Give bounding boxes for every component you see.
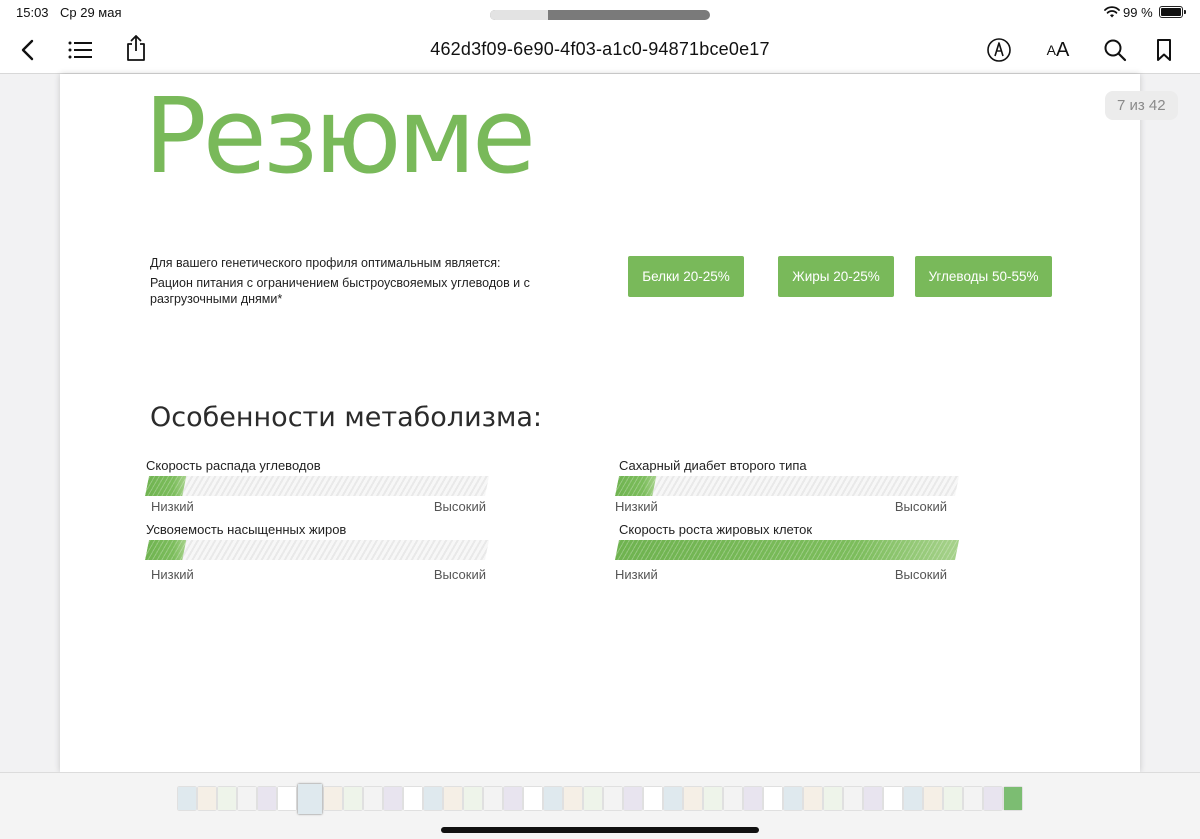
metric-high-label: Высокий bbox=[894, 499, 947, 514]
page-thumbnail[interactable] bbox=[964, 787, 982, 810]
page-counter: 7 из 42 bbox=[1105, 91, 1178, 120]
page-thumbnail[interactable] bbox=[298, 784, 322, 814]
text-size-small-label: A bbox=[1046, 42, 1056, 58]
profile-lead-text: Для вашего генетического профиля оптимал… bbox=[150, 256, 501, 270]
page-thumbnail[interactable] bbox=[424, 787, 442, 810]
page-thumbnail[interactable] bbox=[864, 787, 882, 810]
page-thumbnail[interactable] bbox=[238, 787, 256, 810]
metric-low-label: Низкий bbox=[151, 499, 194, 514]
back-button[interactable] bbox=[13, 36, 43, 64]
metric-scale-bar bbox=[615, 540, 959, 560]
battery-percentage: 99 % bbox=[1123, 5, 1153, 20]
page-thumbnail[interactable] bbox=[624, 787, 642, 810]
status-date: Ср 29 мая bbox=[60, 5, 122, 20]
metric-low-label: Низкий bbox=[151, 567, 194, 582]
list-icon bbox=[68, 41, 92, 59]
page-thumbnail[interactable] bbox=[604, 787, 622, 810]
metric-label: Скорость роста жировых клеток bbox=[619, 522, 813, 537]
page-thumbnail-strip[interactable] bbox=[0, 772, 1200, 839]
page-thumbnail[interactable] bbox=[984, 787, 1002, 810]
multitasking-handle[interactable] bbox=[490, 10, 710, 20]
metric-level-fill bbox=[145, 540, 186, 560]
page-thumbnail[interactable] bbox=[704, 787, 722, 810]
metabolism-heading: Особенности метаболизма: bbox=[150, 402, 543, 433]
metric-scale-bar bbox=[615, 476, 959, 496]
reader-toolbar: 462d3f09-6e90-4f03-a1c0-94871bce0e17 AA bbox=[0, 26, 1200, 74]
bookmark-button[interactable] bbox=[1149, 36, 1179, 64]
page-thumbnail[interactable] bbox=[924, 787, 942, 810]
page-thumbnail[interactable] bbox=[664, 787, 682, 810]
metric-level-fill bbox=[145, 476, 186, 496]
metric-low-label: Низкий bbox=[615, 567, 658, 582]
page-thumbnail[interactable] bbox=[258, 787, 276, 810]
page-thumbnail[interactable] bbox=[904, 787, 922, 810]
carbs-badge: Углеводы 50-55% bbox=[915, 256, 1052, 297]
text-size-large-label: A bbox=[1056, 38, 1070, 61]
status-bar: 15:03 Ср 29 мая 99 % bbox=[0, 0, 1200, 26]
page-thumbnail[interactable] bbox=[198, 787, 216, 810]
status-time: 15:03 bbox=[16, 5, 49, 20]
profile-diet-text: Рацион питания с ограничением быстроусво… bbox=[150, 276, 530, 306]
page-thumbnail[interactable] bbox=[1004, 787, 1022, 810]
page-thumbnail[interactable] bbox=[524, 787, 542, 810]
metric-high-label: Высокий bbox=[433, 499, 486, 514]
page-thumbnail[interactable] bbox=[384, 787, 402, 810]
page-thumbnail[interactable] bbox=[844, 787, 862, 810]
page-thumbnail[interactable] bbox=[404, 787, 422, 810]
metric-high-label: Высокий bbox=[894, 567, 947, 582]
page-heading: Резюме bbox=[144, 75, 536, 197]
page-thumbnail[interactable] bbox=[824, 787, 842, 810]
pen-circle-icon bbox=[987, 38, 1011, 62]
fat-badge: Жиры 20-25% bbox=[778, 256, 894, 297]
page-thumbnail[interactable] bbox=[784, 787, 802, 810]
page-thumbnail[interactable] bbox=[564, 787, 582, 810]
battery-icon bbox=[1159, 6, 1186, 18]
bookmark-icon bbox=[1157, 39, 1171, 61]
metric-label: Сахарный диабет второго типа bbox=[619, 458, 807, 473]
chevron-left-icon bbox=[21, 39, 34, 61]
page-thumbnail[interactable] bbox=[744, 787, 762, 810]
page-thumbnail[interactable] bbox=[944, 787, 962, 810]
page-thumbnail[interactable] bbox=[178, 787, 196, 810]
protein-badge: Белки 20-25% bbox=[628, 256, 744, 297]
page-thumbnail[interactable] bbox=[444, 787, 462, 810]
search-button[interactable] bbox=[1100, 36, 1130, 64]
page-thumbnail[interactable] bbox=[764, 787, 782, 810]
metric-level-fill bbox=[615, 540, 959, 560]
page-thumbnail[interactable] bbox=[324, 787, 342, 810]
metric-low-label: Низкий bbox=[615, 499, 658, 514]
metric-scale-bar bbox=[145, 540, 489, 560]
page-thumbnail[interactable] bbox=[484, 787, 502, 810]
page-thumbnail[interactable] bbox=[644, 787, 662, 810]
wifi-icon bbox=[1104, 6, 1120, 18]
page-thumbnail[interactable] bbox=[884, 787, 902, 810]
metric-level-fill bbox=[615, 476, 656, 496]
page-thumbnail[interactable] bbox=[504, 787, 522, 810]
page-thumbnail[interactable] bbox=[584, 787, 602, 810]
page-thumbnail[interactable] bbox=[364, 787, 382, 810]
share-button[interactable] bbox=[121, 34, 151, 62]
metric-high-label: Высокий bbox=[433, 567, 486, 582]
page-thumbnail[interactable] bbox=[684, 787, 702, 810]
metric-label: Скорость распада углеводов bbox=[146, 458, 321, 473]
metric-label: Усвояемость насыщенных жиров bbox=[146, 522, 347, 537]
markup-button[interactable] bbox=[984, 36, 1014, 64]
home-indicator[interactable] bbox=[441, 827, 759, 833]
metric-scale-bar bbox=[145, 476, 489, 496]
page-thumbnail[interactable] bbox=[278, 787, 296, 810]
table-of-contents-button[interactable] bbox=[65, 36, 95, 64]
page-thumbnail[interactable] bbox=[804, 787, 822, 810]
document-page: Резюме Для вашего генетического профиля … bbox=[60, 74, 1140, 772]
ipad-screen: 15:03 Ср 29 мая 99 % 462d3f09-6e90-4f03-… bbox=[0, 0, 1200, 839]
page-thumbnail[interactable] bbox=[724, 787, 742, 810]
page-thumbnail[interactable] bbox=[544, 787, 562, 810]
page-thumbnail[interactable] bbox=[344, 787, 362, 810]
text-size-button[interactable]: AA bbox=[1040, 36, 1076, 64]
share-icon bbox=[127, 35, 145, 61]
search-icon bbox=[1104, 39, 1127, 62]
document-viewport[interactable]: Резюме Для вашего генетического профиля … bbox=[0, 74, 1200, 772]
document-title: 462d3f09-6e90-4f03-a1c0-94871bce0e17 bbox=[430, 39, 770, 59]
page-thumbnail[interactable] bbox=[464, 787, 482, 810]
page-thumbnail[interactable] bbox=[218, 787, 236, 810]
